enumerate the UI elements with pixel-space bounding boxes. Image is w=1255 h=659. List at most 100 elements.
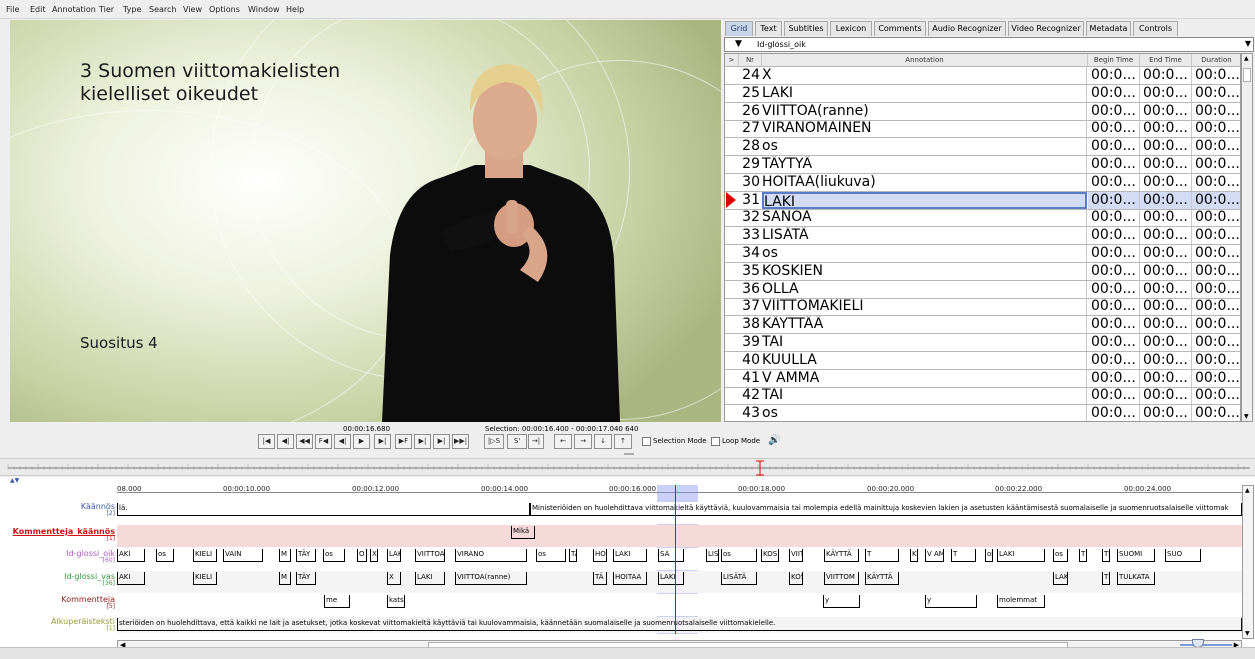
lower-tier-button[interactable]: ↓ xyxy=(594,434,612,449)
annotation-segment[interactable]: molemmat xyxy=(997,595,1045,608)
annotation-segment[interactable]: KÄYTTÄ xyxy=(824,549,859,562)
header-duration[interactable]: Duration xyxy=(1192,54,1240,67)
grid-row[interactable]: 32 SANOA 00:0... 00:0... 00:0... xyxy=(725,209,1240,228)
annotation-segment[interactable]: os xyxy=(1053,549,1068,562)
tab-metadata[interactable]: Metadata xyxy=(1086,21,1131,36)
grid-row[interactable]: 28 os 00:0... 00:0... 00:0... xyxy=(725,138,1240,157)
tier-track-alkuperainen[interactable]: steriöiden on huolehdittava, että kaikki… xyxy=(117,617,1242,633)
grid-row[interactable]: 30 HOITAA(liukuva) 00:0... 00:0... 00:0... xyxy=(725,173,1240,192)
tab-controls[interactable]: Controls xyxy=(1133,21,1178,36)
annotation-segment[interactable]: y xyxy=(823,595,860,608)
tier-tracks[interactable]: 08.000 00:00:10.000 00:00:12.000 00:00:14.0… xyxy=(117,485,1242,634)
tier-label[interactable]: Kommentteja [5] xyxy=(61,595,115,610)
menu-annotation[interactable]: Annotation xyxy=(52,5,96,14)
grid-row[interactable]: 33 LISÄTÄ 00:0... 00:0... 00:0... xyxy=(725,227,1240,246)
grid-row[interactable]: 39 TAI 00:0... 00:0... 00:0... xyxy=(725,334,1240,352)
grid-row[interactable]: 40 KUULLA 00:0... 00:0... 00:0... xyxy=(725,351,1240,370)
timeline-vscroll[interactable]: ▲ ▼ xyxy=(1242,485,1254,639)
annotation-segment[interactable]: os xyxy=(156,549,174,562)
header-begin-time[interactable]: Begin Time xyxy=(1088,54,1140,67)
annotation-segment[interactable]: os xyxy=(985,549,993,562)
tab-audio-recognizer[interactable]: Audio Recognizer xyxy=(928,21,1006,36)
tab-video-recognizer[interactable]: Video Recognizer xyxy=(1008,21,1084,36)
annotation-segment[interactable]: kats xyxy=(387,595,405,608)
grid-row[interactable]: 31 LAKI 00:0... 00:0... 00:0... xyxy=(725,191,1240,210)
clear-selection-button[interactable]: S' xyxy=(507,434,527,449)
scroll-down-icon[interactable]: ▼ xyxy=(1244,413,1249,420)
annotation-segment[interactable]: SUOMI xyxy=(1117,549,1155,562)
go-end-button[interactable]: ▶▶| xyxy=(452,434,469,449)
annotation-segment[interactable]: KIELI xyxy=(193,572,217,585)
tier-track-kommentteja[interactable]: me kats y y molemmat xyxy=(117,594,1242,616)
header-annotation[interactable]: Annotation xyxy=(762,54,1088,67)
annotation-segment[interactable]: TÄY xyxy=(296,572,316,585)
grid-row[interactable]: 41 V AMMA 00:0... 00:0... 00:0... xyxy=(725,369,1240,388)
annotation-segment[interactable]: LAKI xyxy=(1053,572,1068,585)
tab-comments[interactable]: Comments xyxy=(874,21,926,36)
tab-subtitles[interactable]: Subtitles xyxy=(784,21,828,36)
annotation-segment[interactable]: me xyxy=(324,595,350,608)
grid-row[interactable]: 43 os 00:0... 00:0... 00:0... xyxy=(725,405,1240,421)
upper-tier-button[interactable]: ↑ xyxy=(614,434,632,449)
annotation-segment[interactable]: LISÄTÄ xyxy=(706,549,719,562)
menu-file[interactable]: File xyxy=(6,5,19,14)
prev-pixel-button[interactable]: ◀| xyxy=(334,434,351,449)
grid-row[interactable]: 35 KOSKIEN 00:0... 00:0... 00:0... xyxy=(725,262,1240,281)
next-scrollview-button[interactable]: ▶| xyxy=(433,434,450,449)
scroll-down-icon[interactable]: ▼ xyxy=(1245,630,1250,637)
menu-help[interactable]: Help xyxy=(286,5,304,14)
menu-edit[interactable]: Edit xyxy=(30,5,46,14)
annotation-segment[interactable]: KOS xyxy=(761,549,779,562)
prev-second-button[interactable]: ◀◀ xyxy=(296,434,313,449)
grid-row[interactable]: 25 LAKI 00:0... 00:0... 00:0... xyxy=(725,84,1240,103)
playhead-cursor[interactable] xyxy=(675,485,676,634)
prev-frame-button[interactable]: F◀ xyxy=(315,434,332,449)
tab-text[interactable]: Text xyxy=(755,21,782,36)
header-nr[interactable]: Nr xyxy=(739,54,762,67)
annotation-segment[interactable]: AKI xyxy=(117,549,145,562)
tab-grid[interactable]: Grid xyxy=(725,21,753,36)
annotation-segment[interactable]: M xyxy=(279,549,291,562)
prev-annotation-button[interactable]: ← xyxy=(554,434,572,449)
grid-row[interactable]: 37 VIITTOMAKIELI 00:0... 00:0... 00:0... xyxy=(725,298,1240,317)
annotation-segment[interactable]: X xyxy=(370,549,378,562)
annotation-segment[interactable]: TULKATA xyxy=(1117,572,1155,585)
chevron-down-icon[interactable]: ▼ xyxy=(1245,39,1251,48)
annotation-segment[interactable]: LAKI xyxy=(997,549,1045,562)
annotation-segment[interactable]: LAKI xyxy=(613,549,647,562)
header-end-time[interactable]: End Time xyxy=(1140,54,1192,67)
collapse-icon[interactable]: ▲▼ xyxy=(10,477,19,484)
annotation-segment[interactable]: Ministeriöiden on huolehdittava viittoma… xyxy=(530,503,1242,516)
menu-window[interactable]: Window xyxy=(248,5,280,14)
menu-view[interactable]: View xyxy=(183,5,202,14)
annotation-segment[interactable]: os xyxy=(323,549,345,562)
zoom-slider[interactable] xyxy=(1180,644,1232,646)
scroll-up-icon[interactable]: ▲ xyxy=(1244,55,1249,62)
menu-tier[interactable]: Tier xyxy=(99,5,114,14)
annotation-segment[interactable]: O xyxy=(357,549,367,562)
prev-scrollview-button[interactable]: ◀| xyxy=(277,434,294,449)
annotation-segment[interactable]: VIRANO xyxy=(455,549,527,562)
menu-search[interactable]: Search xyxy=(149,5,176,14)
selection-end-button[interactable]: →| xyxy=(528,434,544,449)
grid-row[interactable]: 27 VIRANOMAINEN 00:0... 00:0... 00:0... xyxy=(725,120,1240,139)
annotation-segment[interactable]: KOS xyxy=(789,572,803,585)
grid-scrollbar[interactable]: ▲ ▼ xyxy=(1241,53,1253,422)
grid-row[interactable]: 24 X 00:0... 00:0... 00:0... xyxy=(725,67,1240,85)
annotation-segment[interactable]: TÄY xyxy=(296,549,316,562)
scrollbar-thumb[interactable] xyxy=(1243,68,1251,82)
tier-label[interactable]: Alkuperäisteksti [1] xyxy=(51,617,115,632)
annotation-segment[interactable]: os xyxy=(536,549,566,562)
play-button[interactable]: ▶ xyxy=(353,434,370,449)
annotation-segment[interactable]: T xyxy=(865,549,899,562)
tier-track-glossi-vas[interactable]: AKI KIELI M TÄY X LAKI VIITTOA(ranne) TÄ HOITAA L… xyxy=(117,571,1242,593)
annotation-segment[interactable]: y xyxy=(925,595,977,608)
go-start-button[interactable]: |◀ xyxy=(258,434,275,449)
divider-handle[interactable] xyxy=(624,453,634,455)
play-selection-button[interactable]: |▷S xyxy=(484,434,504,449)
video-viewer[interactable]: 3 Suomen viittomakielisten kielelliset o… xyxy=(10,20,721,422)
annotation-segment[interactable]: KÄYTTÄ xyxy=(865,572,899,585)
annotation-segment[interactable]: SA xyxy=(658,549,684,562)
annotation-segment[interactable]: KUU xyxy=(910,549,918,562)
annotation-segment[interactable]: SUO xyxy=(1165,549,1201,562)
